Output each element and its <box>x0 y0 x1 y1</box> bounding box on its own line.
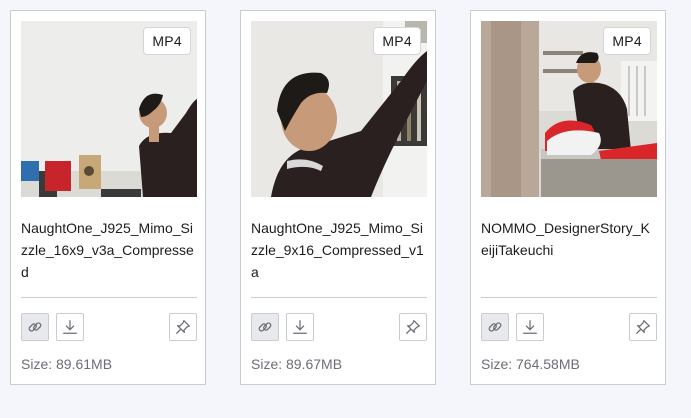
pin-icon <box>636 320 650 334</box>
video-thumbnail[interactable]: MP4 <box>21 21 197 197</box>
file-size: Size: 89.67MB <box>251 356 343 372</box>
download-button[interactable] <box>286 313 314 341</box>
download-icon <box>63 320 77 334</box>
link-icon <box>258 322 272 332</box>
download-button[interactable] <box>516 313 544 341</box>
link-icon <box>28 322 42 332</box>
pin-icon <box>406 320 420 334</box>
divider <box>21 297 197 298</box>
file-name-link[interactable]: NaughtOne_J925_Mimo_Sizzle_16x9_v3a_Comp… <box>21 217 197 283</box>
file-size: Size: 89.61MB <box>21 356 113 372</box>
divider <box>251 297 427 298</box>
asset-card: MP4 NaughtOne_J925_Mimo_Sizzle_16x9_v3a_… <box>10 10 206 385</box>
asset-card: MP4 NOMMO_DesignerStory_KeijiTakeuchi Si… <box>470 10 666 385</box>
file-name-link[interactable]: NaughtOne_J925_Mimo_Sizzle_9x16_Compress… <box>251 217 427 283</box>
copy-link-button[interactable] <box>481 313 509 341</box>
pin-button[interactable] <box>169 313 197 341</box>
link-icon <box>488 322 502 332</box>
copy-link-button[interactable] <box>21 313 49 341</box>
download-icon <box>293 320 307 334</box>
file-size: Size: 764.58MB <box>481 356 580 372</box>
divider <box>481 297 657 298</box>
pin-button[interactable] <box>399 313 427 341</box>
download-icon <box>523 320 537 334</box>
pin-button[interactable] <box>629 313 657 341</box>
download-button[interactable] <box>56 313 84 341</box>
asset-card: MP4 NaughtOne_J925_Mimo_Sizzle_9x16_Comp… <box>240 10 436 385</box>
video-thumbnail[interactable]: MP4 <box>251 21 427 197</box>
copy-link-button[interactable] <box>251 313 279 341</box>
format-badge: MP4 <box>143 27 191 55</box>
format-badge: MP4 <box>603 27 651 55</box>
file-name-link[interactable]: NOMMO_DesignerStory_KeijiTakeuchi <box>481 217 657 261</box>
video-thumbnail[interactable]: MP4 <box>481 21 657 197</box>
pin-icon <box>176 320 190 334</box>
format-badge: MP4 <box>373 27 421 55</box>
